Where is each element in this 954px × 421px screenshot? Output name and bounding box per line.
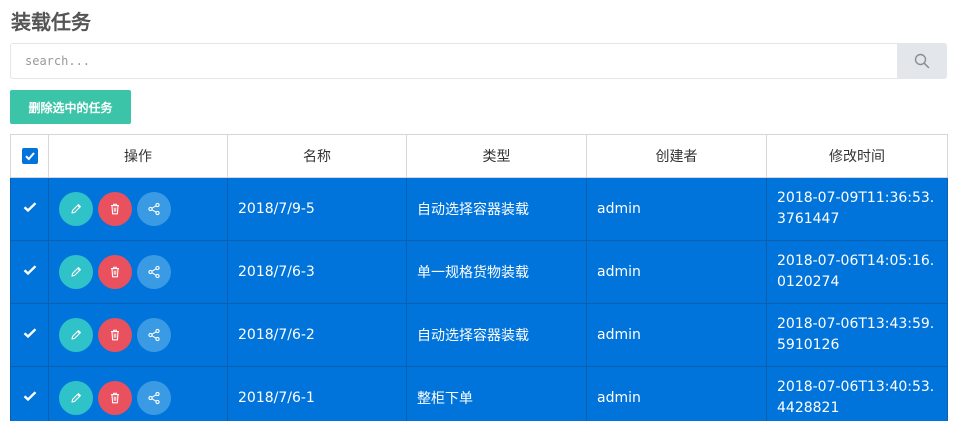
share-icon (148, 265, 160, 279)
cell-creator: admin (586, 303, 767, 367)
cell-creator: admin (586, 240, 767, 304)
table-header-row: 操作 名称 类型 创建者 修改时间 (10, 134, 948, 178)
column-header-type[interactable]: 类型 (406, 134, 587, 178)
search-input[interactable] (10, 43, 897, 79)
column-header-actions[interactable]: 操作 (48, 134, 228, 178)
delete-button[interactable] (98, 255, 132, 289)
column-header-modified[interactable]: 修改时间 (766, 134, 948, 178)
select-all-checkbox[interactable] (21, 148, 38, 164)
row-actions-cell (48, 177, 228, 241)
checkmark-icon (23, 202, 36, 213)
row-actions-cell (48, 303, 228, 367)
cell-name: 2018/7/6-3 (227, 240, 407, 304)
share-button[interactable] (137, 192, 171, 226)
cell-modified: 2018-07-09T11:36:53.3761447 (766, 177, 948, 241)
delete-selected-button[interactable]: 删除选中的任务 (10, 90, 131, 124)
edit-button[interactable] (59, 192, 93, 226)
row-select-cell[interactable] (10, 177, 49, 241)
trash-icon (111, 392, 119, 404)
edit-button[interactable] (59, 381, 93, 415)
cell-modified: 2018-07-06T13:40:53.4428821 (766, 366, 948, 421)
delete-selected-label: 删除选中的任务 (28, 100, 113, 115)
row-checkbox[interactable] (23, 327, 37, 339)
checkmark-icon (23, 391, 36, 402)
cell-type: 整柜下单 (406, 366, 587, 421)
cell-name: 2018/7/6-2 (227, 303, 407, 367)
page-title: 装载任务 (11, 10, 91, 34)
trash-icon (111, 203, 119, 215)
share-button[interactable] (137, 255, 171, 289)
row-select-cell[interactable] (10, 240, 49, 304)
share-button[interactable] (137, 381, 171, 415)
edit-button[interactable] (59, 318, 93, 352)
cell-modified: 2018-07-06T13:43:59.5910126 (766, 303, 948, 367)
search-bar (10, 43, 947, 79)
share-icon (148, 202, 160, 216)
table-row[interactable]: 2018/7/6-2 自动选择容器装载 admin 2018-07-06T13:… (10, 303, 948, 367)
row-checkbox[interactable] (23, 390, 37, 402)
pencil-icon (71, 393, 81, 403)
row-actions (59, 192, 227, 226)
cell-type: 自动选择容器装载 (406, 303, 587, 367)
modified-time: 2018-07-06T14:05:16.0120274 (777, 253, 935, 290)
delete-button[interactable] (98, 318, 132, 352)
checkmark-icon (24, 152, 35, 161)
trash-icon (111, 266, 119, 278)
page: 装载任务 删除选中的任务 (0, 0, 954, 421)
pencil-icon (71, 267, 81, 277)
edit-button[interactable] (59, 255, 93, 289)
row-actions-cell (48, 366, 228, 421)
cell-name: 2018/7/9-5 (227, 177, 407, 241)
table-row[interactable]: 2018/7/6-3 单一规格货物装载 admin 2018-07-06T14:… (10, 240, 948, 304)
select-all-header (10, 134, 49, 178)
pencil-icon (71, 330, 81, 340)
checkmark-icon (23, 265, 36, 276)
modified-time: 2018-07-06T13:43:59.5910126 (777, 316, 935, 353)
row-actions (59, 318, 227, 352)
row-checkbox[interactable] (23, 201, 37, 213)
cell-creator: admin (586, 177, 767, 241)
share-button[interactable] (137, 318, 171, 352)
row-actions (59, 381, 227, 415)
modified-time: 2018-07-09T11:36:53.3761447 (777, 190, 935, 227)
search-button[interactable] (897, 43, 947, 79)
cell-name: 2018/7/6-1 (227, 366, 407, 421)
row-select-cell[interactable] (10, 366, 49, 421)
row-select-cell[interactable] (10, 303, 49, 367)
column-header-name[interactable]: 名称 (227, 134, 407, 178)
search-icon (914, 53, 930, 69)
trash-icon (111, 329, 119, 341)
share-icon (148, 328, 160, 342)
column-header-creator[interactable]: 创建者 (586, 134, 767, 178)
cell-creator: admin (586, 366, 767, 421)
delete-button[interactable] (98, 381, 132, 415)
share-icon (148, 391, 160, 405)
cell-modified: 2018-07-06T14:05:16.0120274 (766, 240, 948, 304)
cell-type: 自动选择容器装载 (406, 177, 587, 241)
table-row[interactable]: 2018/7/9-5 自动选择容器装载 admin 2018-07-09T11:… (10, 177, 948, 241)
table-row[interactable]: 2018/7/6-1 整柜下单 admin 2018-07-06T13:40:5… (10, 366, 948, 421)
task-table: 操作 名称 类型 创建者 修改时间 2018/7/9-5 自动选择容器装载 ad… (10, 134, 948, 421)
pencil-icon (71, 204, 81, 214)
cell-type: 单一规格货物装载 (406, 240, 587, 304)
row-checkbox[interactable] (23, 264, 37, 276)
modified-time: 2018-07-06T13:40:53.4428821 (777, 379, 935, 416)
delete-button[interactable] (98, 192, 132, 226)
checkmark-icon (23, 328, 36, 339)
row-actions (59, 255, 227, 289)
row-actions-cell (48, 240, 228, 304)
